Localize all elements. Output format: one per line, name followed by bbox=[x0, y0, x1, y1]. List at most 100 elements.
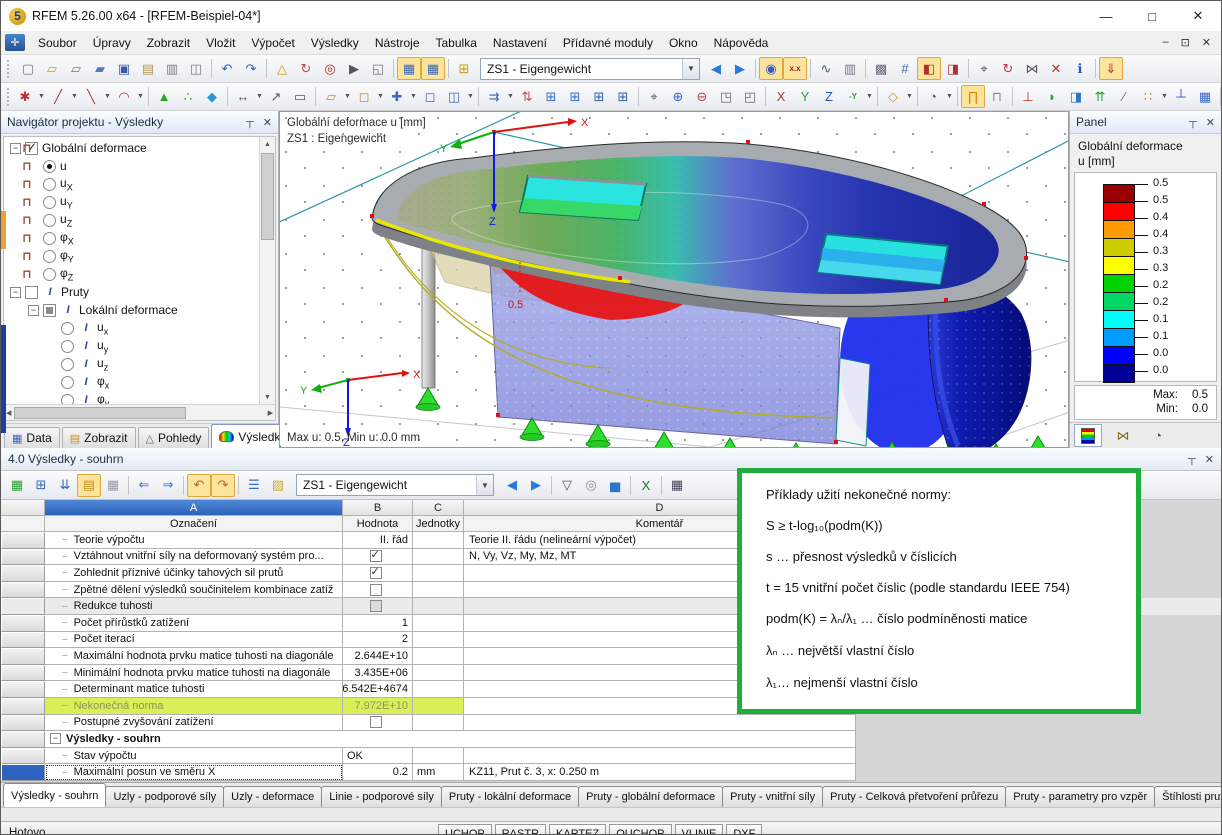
value-cell[interactable]: II. řád bbox=[343, 532, 413, 549]
mesh-points-icon[interactable]: # bbox=[893, 57, 917, 80]
new-load-case-icon[interactable]: ⊞ bbox=[452, 57, 476, 80]
tree-item-u-y[interactable]: ⊓ uY bbox=[4, 193, 259, 211]
scrollbar-thumb[interactable] bbox=[261, 153, 274, 240]
value-cell[interactable] bbox=[343, 581, 413, 599]
save-icon[interactable]: ▣ bbox=[112, 57, 136, 80]
copy-object-icon-dropdown[interactable]: ▼ bbox=[466, 86, 475, 107]
table-export-icon[interactable]: ▦ bbox=[5, 474, 29, 497]
label-cell[interactable]: – Zpětné dělení výsledků součinitelem kom… bbox=[45, 581, 343, 599]
clipboard-icon[interactable]: ▤ bbox=[136, 57, 160, 80]
view-minus-y-icon[interactable]: -Y bbox=[841, 85, 865, 108]
maximize-button[interactable]: □ bbox=[1129, 1, 1175, 31]
radio-local-u-z[interactable] bbox=[61, 357, 74, 371]
tree-item-globalni-deformace[interactable]: −⊓Globální deformace bbox=[4, 139, 259, 157]
open-file-icon[interactable]: ▱ bbox=[40, 57, 64, 80]
menu-zobrazit[interactable]: Zobrazit bbox=[139, 34, 198, 52]
select-icon[interactable]: ⌖ bbox=[972, 57, 996, 80]
delete-icon[interactable]: ✕ bbox=[1044, 57, 1068, 80]
label-cell[interactable]: – Počet přírůstků zatížení bbox=[45, 614, 343, 632]
table-tab--t-hlosti-prut-[interactable]: Štíhlosti prutů bbox=[1154, 786, 1221, 807]
row-header[interactable] bbox=[1, 614, 45, 632]
unit-cell[interactable] bbox=[413, 581, 464, 599]
navigator-tab-data[interactable]: ▦ Data bbox=[4, 427, 60, 448]
radio-local-u-y[interactable] bbox=[61, 339, 74, 353]
comment-cell[interactable] bbox=[464, 747, 856, 765]
value-checkbox[interactable] bbox=[369, 565, 382, 579]
view-section1-icon[interactable]: ◧ bbox=[917, 57, 941, 80]
table-down-icon[interactable]: ⇊ bbox=[53, 474, 77, 497]
3d-viewport[interactable]: Globální deformace u [mm] ZS1 : Eigengew… bbox=[279, 111, 1069, 448]
row-header[interactable] bbox=[1, 648, 45, 665]
menu-okno[interactable]: Okno bbox=[661, 34, 706, 52]
print-icon[interactable]: ▥ bbox=[160, 57, 184, 80]
table-row-15[interactable]: – Maximální posun ve směru X 0.2 mm KZ11, Pr… bbox=[1, 764, 1221, 781]
tiles-icon-dropdown[interactable]: ▼ bbox=[1160, 86, 1169, 107]
color-scale-icon[interactable]: ◗ bbox=[1040, 85, 1064, 108]
status-toggle-ouchop[interactable]: OUCHOP bbox=[609, 824, 672, 834]
label-cell[interactable]: – Počet iterací bbox=[45, 631, 343, 649]
row-header[interactable] bbox=[1, 731, 45, 748]
tree-item-pruty[interactable]: − I Pruty bbox=[4, 283, 259, 301]
cube-icon[interactable]: ◻ bbox=[418, 85, 442, 108]
unit-cell[interactable] bbox=[413, 565, 464, 582]
table-protect-icon[interactable]: ▦ bbox=[101, 474, 125, 497]
unit-cell[interactable] bbox=[413, 681, 464, 698]
table-layout-icon[interactable]: ▦ bbox=[421, 57, 445, 80]
scrollbar-thumb[interactable] bbox=[14, 406, 187, 419]
column-letter-c[interactable]: C bbox=[413, 500, 464, 516]
pin-icon[interactable]: ┬ bbox=[246, 116, 254, 129]
color-scale[interactable]: 0.5 0.5 0.4 0.4 0.3 0.3 0.2 0.2 0.1 0.1 0.0 0.0 bbox=[1074, 172, 1217, 383]
value-cell[interactable] bbox=[343, 714, 413, 732]
polyline-icon-dropdown[interactable]: ▼ bbox=[103, 86, 112, 107]
radio-u-x[interactable] bbox=[43, 177, 56, 191]
nodes-icon[interactable]: ∴ bbox=[176, 85, 200, 108]
section-icon[interactable]: ∕ bbox=[1112, 85, 1136, 108]
table-undo-icon[interactable]: ↶ bbox=[187, 473, 211, 497]
view-cube2-icon[interactable]: ◰ bbox=[738, 85, 762, 108]
undo-icon[interactable]: ↶ bbox=[215, 57, 239, 80]
label-cell[interactable]: – Zohlednit příznivé účinky tahových sil … bbox=[45, 565, 343, 582]
value-cell[interactable] bbox=[343, 565, 413, 582]
pin-icon[interactable]: ┬ bbox=[1189, 116, 1197, 129]
selection-box-icon[interactable]: ▭ bbox=[288, 85, 312, 108]
row-header[interactable] bbox=[1, 565, 45, 582]
toolbar-grip[interactable] bbox=[7, 87, 9, 106]
column-header-c[interactable]: Jednotky bbox=[413, 516, 464, 532]
table-row-12[interactable]: – Postupné zvyšování zatížení bbox=[1, 714, 1221, 732]
model-scene[interactable]: 0.5 X Y Z X Y Z bbox=[280, 112, 1069, 447]
open-project-icon[interactable]: ▱ bbox=[64, 57, 88, 80]
mdi-minimize-icon[interactable]: – bbox=[1162, 36, 1168, 49]
unit-cell[interactable] bbox=[413, 697, 464, 715]
label-cell[interactable]: – Maximální posun ve směru X bbox=[45, 764, 343, 781]
section-cell[interactable]: − Výsledky - souhrn bbox=[45, 731, 856, 748]
radio-local-phi-x[interactable] bbox=[61, 375, 74, 389]
pointer-icon[interactable]: ▶ bbox=[342, 57, 366, 80]
menu-n-pov-da[interactable]: Nápověda bbox=[706, 34, 777, 52]
solid-icon-dropdown[interactable]: ▼ bbox=[376, 86, 385, 107]
unit-cell[interactable] bbox=[413, 598, 464, 615]
value-cell[interactable]: 1 bbox=[343, 614, 413, 632]
new-window-icon[interactable]: ◱ bbox=[366, 57, 390, 80]
goto-table4-icon[interactable]: ⊞ bbox=[611, 85, 635, 108]
pin-icon[interactable]: ┬ bbox=[1188, 453, 1196, 466]
close-button[interactable]: ✕ bbox=[1175, 1, 1221, 31]
checkbox-pruty[interactable] bbox=[25, 285, 38, 299]
close-icon[interactable]: ✕ bbox=[263, 116, 272, 129]
table-tab-pruty-glob-ln-deformace[interactable]: Pruty - globální deformace bbox=[578, 786, 724, 807]
label-cell[interactable]: – Redukce tuhosti bbox=[45, 598, 343, 615]
value-checkbox[interactable] bbox=[369, 600, 382, 613]
menu-v-po-et[interactable]: Výpočet bbox=[243, 34, 302, 52]
block-icon[interactable]: ▱ bbox=[319, 85, 343, 108]
menu-vlo-it[interactable]: Vložit bbox=[198, 34, 243, 52]
tree-item-local-phi-x[interactable]: Iφx bbox=[4, 373, 259, 391]
load-case-combobox[interactable]: ZS1 - Eigengewicht ▼ bbox=[480, 57, 700, 80]
mdi-close-icon[interactable]: ✕ bbox=[1202, 36, 1211, 49]
excel-export-icon[interactable]: X bbox=[634, 474, 658, 497]
row-header[interactable] bbox=[1, 714, 45, 732]
table-tab-v-sledky-souhrn[interactable]: Výsledky - souhrn bbox=[3, 783, 107, 807]
axes-icon[interactable]: ┴ bbox=[1169, 85, 1193, 108]
unit-cell[interactable] bbox=[413, 631, 464, 649]
dimension-slope-icon[interactable]: ↗ bbox=[264, 85, 288, 108]
chart-icon[interactable]: ▅ bbox=[603, 474, 627, 497]
unit-cell[interactable] bbox=[413, 548, 464, 566]
